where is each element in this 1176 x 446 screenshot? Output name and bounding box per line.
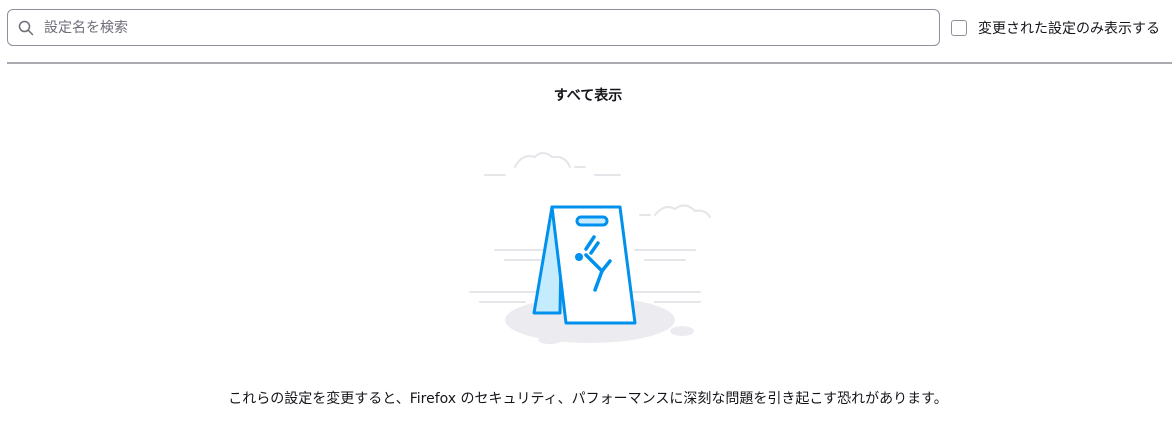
search-box[interactable] bbox=[7, 9, 940, 46]
caution-sign-illustration bbox=[469, 152, 711, 344]
caution-sign bbox=[532, 205, 637, 325]
show-modified-checkbox[interactable] bbox=[951, 20, 967, 36]
config-toolbar: 変更された設定のみ表示する bbox=[0, 0, 1176, 62]
warning-message: これらの設定を変更すると、Firefox のセキュリティ、パフォーマンスに深刻な… bbox=[228, 391, 948, 407]
search-input[interactable] bbox=[44, 11, 924, 44]
toolbar-divider bbox=[7, 62, 1172, 64]
show-all-button[interactable]: すべて表示 bbox=[0, 85, 1176, 105]
show-modified-toggle[interactable]: 変更された設定のみ表示する bbox=[951, 17, 1160, 39]
show-modified-label: 変更された設定のみ表示する bbox=[978, 21, 1160, 37]
search-icon bbox=[18, 20, 34, 36]
